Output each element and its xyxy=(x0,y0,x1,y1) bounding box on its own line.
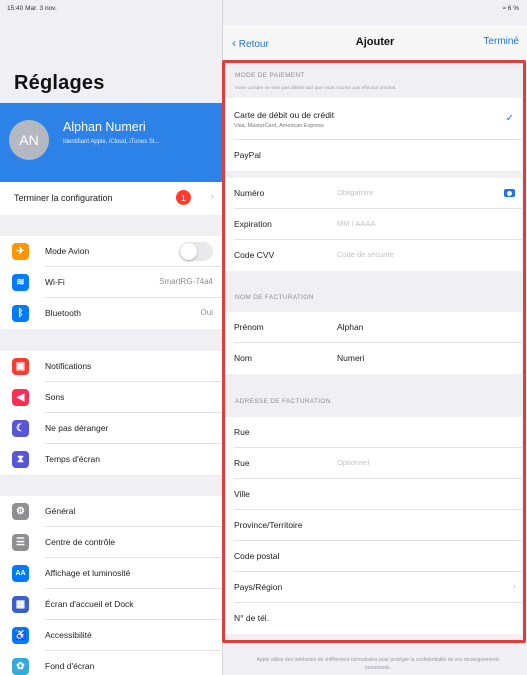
sidebar-item-label: Wi-Fi xyxy=(45,277,65,287)
add-payment-panel: ≈ 6 % ‹ Retour Ajouter Terminé MODE DE P… xyxy=(222,0,527,675)
sidebar-item-label: Bluetooth xyxy=(45,308,81,318)
sidebar-item-sounds[interactable]: ◀ Sons xyxy=(0,382,222,413)
sidebar-item-label: Général xyxy=(45,506,76,516)
sidebar-item-label: Centre de contrôle xyxy=(45,537,115,547)
gear-icon: ⚙ xyxy=(12,503,29,520)
airplane-icon: ✈ xyxy=(12,243,29,260)
sidebar-item-label: Notifications xyxy=(45,361,92,371)
profile-subtitle: Identifiant Apple, iCloud, iTunes St... xyxy=(63,139,160,145)
sidebar-item-label: Ne pas déranger xyxy=(45,423,109,433)
sidebar-item-bluetooth[interactable]: ᛒ Bluetooth Oui xyxy=(0,298,222,329)
sidebar-item-label: Temps d'écran xyxy=(45,454,101,464)
chevron-right-icon: › xyxy=(210,191,214,203)
battery-status: ≈ 6 % xyxy=(502,5,519,12)
sidebar-item-home-screen-dock[interactable]: ▦ Écran d'accueil et Dock xyxy=(0,589,222,620)
nav-title: Ajouter xyxy=(355,36,395,48)
avatar: AN xyxy=(9,120,49,160)
sidebar-item-wallpaper[interactable]: ✿ Fond d'écran xyxy=(0,651,222,675)
notifications-icon: ▣ xyxy=(12,358,29,375)
sidebar-item-airplane-mode[interactable]: ✈ Mode Avion xyxy=(0,236,222,267)
sidebar-item-label: Fond d'écran xyxy=(45,661,95,671)
bluetooth-icon: ᛒ xyxy=(12,305,29,322)
navigation-bar: ‹ Retour Ajouter Terminé xyxy=(223,25,527,60)
sidebar-item-display-brightness[interactable]: AA Affichage et luminosité xyxy=(0,558,222,589)
display-icon: AA xyxy=(12,565,29,582)
highlight-frame xyxy=(222,60,526,643)
sidebar-item-general[interactable]: ⚙ Général xyxy=(0,496,222,527)
status-time-date: 15:40 Mar. 3 nov. xyxy=(7,5,57,12)
moon-icon: ☾ xyxy=(12,420,29,437)
sidebar-item-label: Mode Avion xyxy=(45,246,90,256)
finish-setup-label: Terminer la configuration xyxy=(14,193,113,203)
apple-id-profile[interactable]: AN Alphan Numeri Identifiant Apple, iClo… xyxy=(0,103,222,187)
sidebar-item-label: Sons xyxy=(45,392,65,402)
page-title: Réglages xyxy=(14,72,105,94)
bluetooth-value: Oui xyxy=(200,308,213,317)
wifi-network-value: SmartRG-74a4 xyxy=(159,277,213,286)
sidebar-item-accessibility[interactable]: ♿ Accessibilité xyxy=(0,620,222,651)
accessibility-icon: ♿ xyxy=(12,627,29,644)
notification-badge: 1 xyxy=(176,190,191,205)
done-button[interactable]: Terminé xyxy=(483,36,519,47)
sidebar-item-label: Écran d'accueil et Dock xyxy=(45,599,134,609)
sidebar-item-screen-time[interactable]: ⧗ Temps d'écran xyxy=(0,444,222,475)
sidebar-item-do-not-disturb[interactable]: ☾ Ne pas déranger xyxy=(0,413,222,444)
control-center-icon: ☰ xyxy=(12,534,29,551)
wifi-icon: ≋ xyxy=(12,274,29,291)
home-screen-icon: ▦ xyxy=(12,596,29,613)
wallpaper-icon: ✿ xyxy=(12,658,29,675)
sounds-icon: ◀ xyxy=(12,389,29,406)
finish-setup-row[interactable]: Terminer la configuration 1 › xyxy=(0,182,222,215)
settings-sidebar: 15:40 Mar. 3 nov. Réglages AN Alphan Num… xyxy=(0,0,223,675)
hourglass-icon: ⧗ xyxy=(12,451,29,468)
sidebar-item-wifi[interactable]: ≋ Wi-Fi SmartRG-74a4 xyxy=(0,267,222,298)
sidebar-item-label: Affichage et luminosité xyxy=(45,568,131,578)
sidebar-item-control-center[interactable]: ☰ Centre de contrôle xyxy=(0,527,222,558)
sidebar-item-label: Accessibilité xyxy=(45,630,92,640)
profile-name: Alphan Numeri xyxy=(63,120,146,134)
sidebar-item-notifications[interactable]: ▣ Notifications xyxy=(0,351,222,382)
airplane-mode-toggle[interactable] xyxy=(179,242,213,261)
privacy-footer: Apple utilise des méthodes de chiffremen… xyxy=(256,657,500,671)
